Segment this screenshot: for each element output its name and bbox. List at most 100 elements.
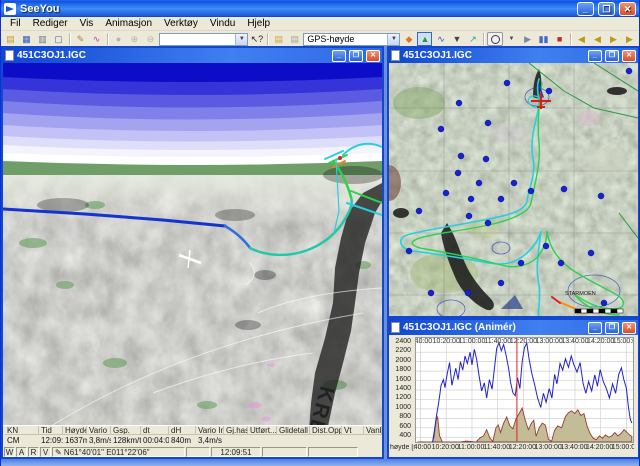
table-header-7[interactable]: dH [169,426,196,435]
close-icon[interactable]: ✕ [622,322,636,334]
barogram-plot[interactable]: 9:40:0010:20:0011:00:0011:40:0012:20:001… [415,337,634,443]
close-icon[interactable]: ✕ [366,50,380,62]
maximize-button[interactable]: ❐ [605,50,619,62]
table-cell-2: 12:09:51 [39,436,63,445]
pause-icon[interactable]: ▮▮ [536,32,551,46]
menu-item-rediger[interactable]: Rediger [27,18,74,29]
flight-3d-view[interactable]: KREST [3,63,382,425]
status-coordinates: ✎ N61°40'01" E011°22'06" [52,447,185,457]
graph-icon[interactable]: ∿ [433,32,448,46]
help-icon[interactable]: ↖? [249,32,264,46]
table-header-11[interactable]: Glidetall [277,426,310,435]
table-header-10[interactable]: Utført... [248,426,277,435]
status-toggle-a[interactable]: A [16,447,27,457]
chevron-down-icon[interactable]: ▼ [235,34,247,45]
table-header-2[interactable]: Tid [39,426,63,435]
waypoint-combobox[interactable]: ▼ [159,33,248,46]
table-cell-7: 840m [169,436,196,445]
optimize-gray-icon[interactable]: ▤ [287,32,302,46]
barogram-x-axis-labels: 9:40:0010:20:0011:00:0011:40:0012:20:001… [415,442,634,454]
zoom-icon[interactable]: ● [111,32,126,46]
zoom-out-icon[interactable]: ⊖ [143,32,158,46]
pin-icon[interactable]: ✎ [73,32,88,46]
save-icon[interactable]: ▦ [19,32,34,46]
table-header-13[interactable]: Vt [342,426,364,435]
seek-first-icon[interactable]: ◀ [574,32,589,46]
route-icon[interactable]: ↗ [465,32,480,46]
alarm-icon[interactable]: ◆ [401,32,416,46]
minimize-button[interactable]: _ [577,2,594,16]
map-titlebar[interactable]: 451C3OJ1.IGC _ ❐ ✕ [389,48,638,63]
menu-item-hjelp[interactable]: Hjelp [241,18,276,29]
table-cell-3: 1637m [63,436,87,445]
close-button[interactable]: ✕ [619,2,636,16]
animation-speed-clock-icon[interactable] [487,32,503,46]
maximize-button[interactable]: ❐ [605,322,619,334]
minimize-button[interactable]: _ [332,50,346,62]
altitude-mode-combobox[interactable]: GPS-høyde▼ [303,33,400,46]
minimize-button[interactable]: _ [588,50,602,62]
map-view[interactable]: STARMOEN [389,63,638,316]
barogram-title: 451C3OJ1.IGC (Animér) [403,322,516,333]
document-icon [5,50,14,61]
print-icon[interactable]: ▥ [35,32,50,46]
status-empty-cell [308,447,358,457]
main-titlebar[interactable]: SeeYou _ ❐ ✕ [1,0,639,17]
table-header-9[interactable]: Gj.hast. [224,426,248,435]
menu-item-verktøy[interactable]: Verktøy [158,18,204,29]
barogram-svg [416,338,633,442]
table-header-3[interactable]: Høyde [63,426,87,435]
seek-next-icon[interactable]: ▶ [606,32,621,46]
status-toggle-w[interactable]: W [4,447,15,457]
table-cell-10 [248,436,277,445]
chevron-down-icon[interactable]: ▼ [504,32,519,46]
seek-last-icon[interactable]: ▶ [622,32,637,46]
open-icon[interactable]: ▤ [3,32,18,46]
measure-icon[interactable]: ∿ [89,32,104,46]
table-cell-13 [342,436,364,445]
menu-item-vindu[interactable]: Vindu [204,18,241,29]
y-tick-label: 800 [389,413,411,420]
y-tick-label: 2400 [389,338,411,345]
close-icon[interactable]: ✕ [622,50,636,62]
table-header-14[interactable]: Vanlt. [364,426,382,435]
menu-item-fil[interactable]: Fil [4,18,27,29]
app-title: SeeYou [20,3,60,15]
sky-gradient-bands [3,63,382,167]
status-toggle-r[interactable]: R [28,447,39,457]
menu-item-vis[interactable]: Vis [74,18,100,29]
y-tick-label: 1600 [389,376,411,383]
map-site-label: STARMOEN [565,291,596,297]
optimize-icon[interactable]: ▤ [271,32,286,46]
print-preview-icon[interactable]: ▢ [51,32,66,46]
table-header-6[interactable]: dt [141,426,169,435]
flight-3d-titlebar[interactable]: 451C3OJ1.IGC _ ❐ ✕ [3,48,382,63]
terrain-area-series [418,408,632,442]
y-tick-label: 600 [389,423,411,430]
maximize-button[interactable]: ❐ [349,50,363,62]
table-header-5[interactable]: Gsp. [111,426,141,435]
maximize-button[interactable]: ❐ [598,2,615,16]
table-header-8[interactable]: Vario Int. [196,426,224,435]
zoom-in-icon[interactable]: ⊕ [127,32,142,46]
stop-icon[interactable]: ■ [552,32,567,46]
menu-item-animasjon[interactable]: Animasjon [99,18,158,29]
view-3d-icon[interactable]: ▲ [417,32,432,46]
play-icon[interactable]: ▶ [520,32,535,46]
minimize-button[interactable]: _ [588,322,602,334]
chevron-down-icon[interactable]: ▼ [387,34,399,45]
dropdown-icon[interactable]: ▼ [449,32,464,46]
barogram-window: 451C3OJ1.IGC (Animér) _ ❐ ✕ 9:40:0010:20… [387,318,640,459]
seek-prev-icon[interactable]: ◀ [590,32,605,46]
table-header-12[interactable]: Dist.Oppg... [310,426,342,435]
status-empty-cell [186,447,210,457]
table-header-4[interactable]: Vario [87,426,111,435]
y-tick-label: 1800 [389,366,411,373]
table-cell-8: 3,4m/s [196,436,224,445]
status-toggle-v[interactable]: V [40,447,51,457]
table-cell-6: 00:04:08 [141,436,169,445]
y-tick-label: 1400 [389,385,411,392]
status-time: 12:09:51 [211,447,261,457]
table-header-1[interactable]: KN [5,426,39,435]
barogram-titlebar[interactable]: 451C3OJ1.IGC (Animér) _ ❐ ✕ [389,320,638,335]
